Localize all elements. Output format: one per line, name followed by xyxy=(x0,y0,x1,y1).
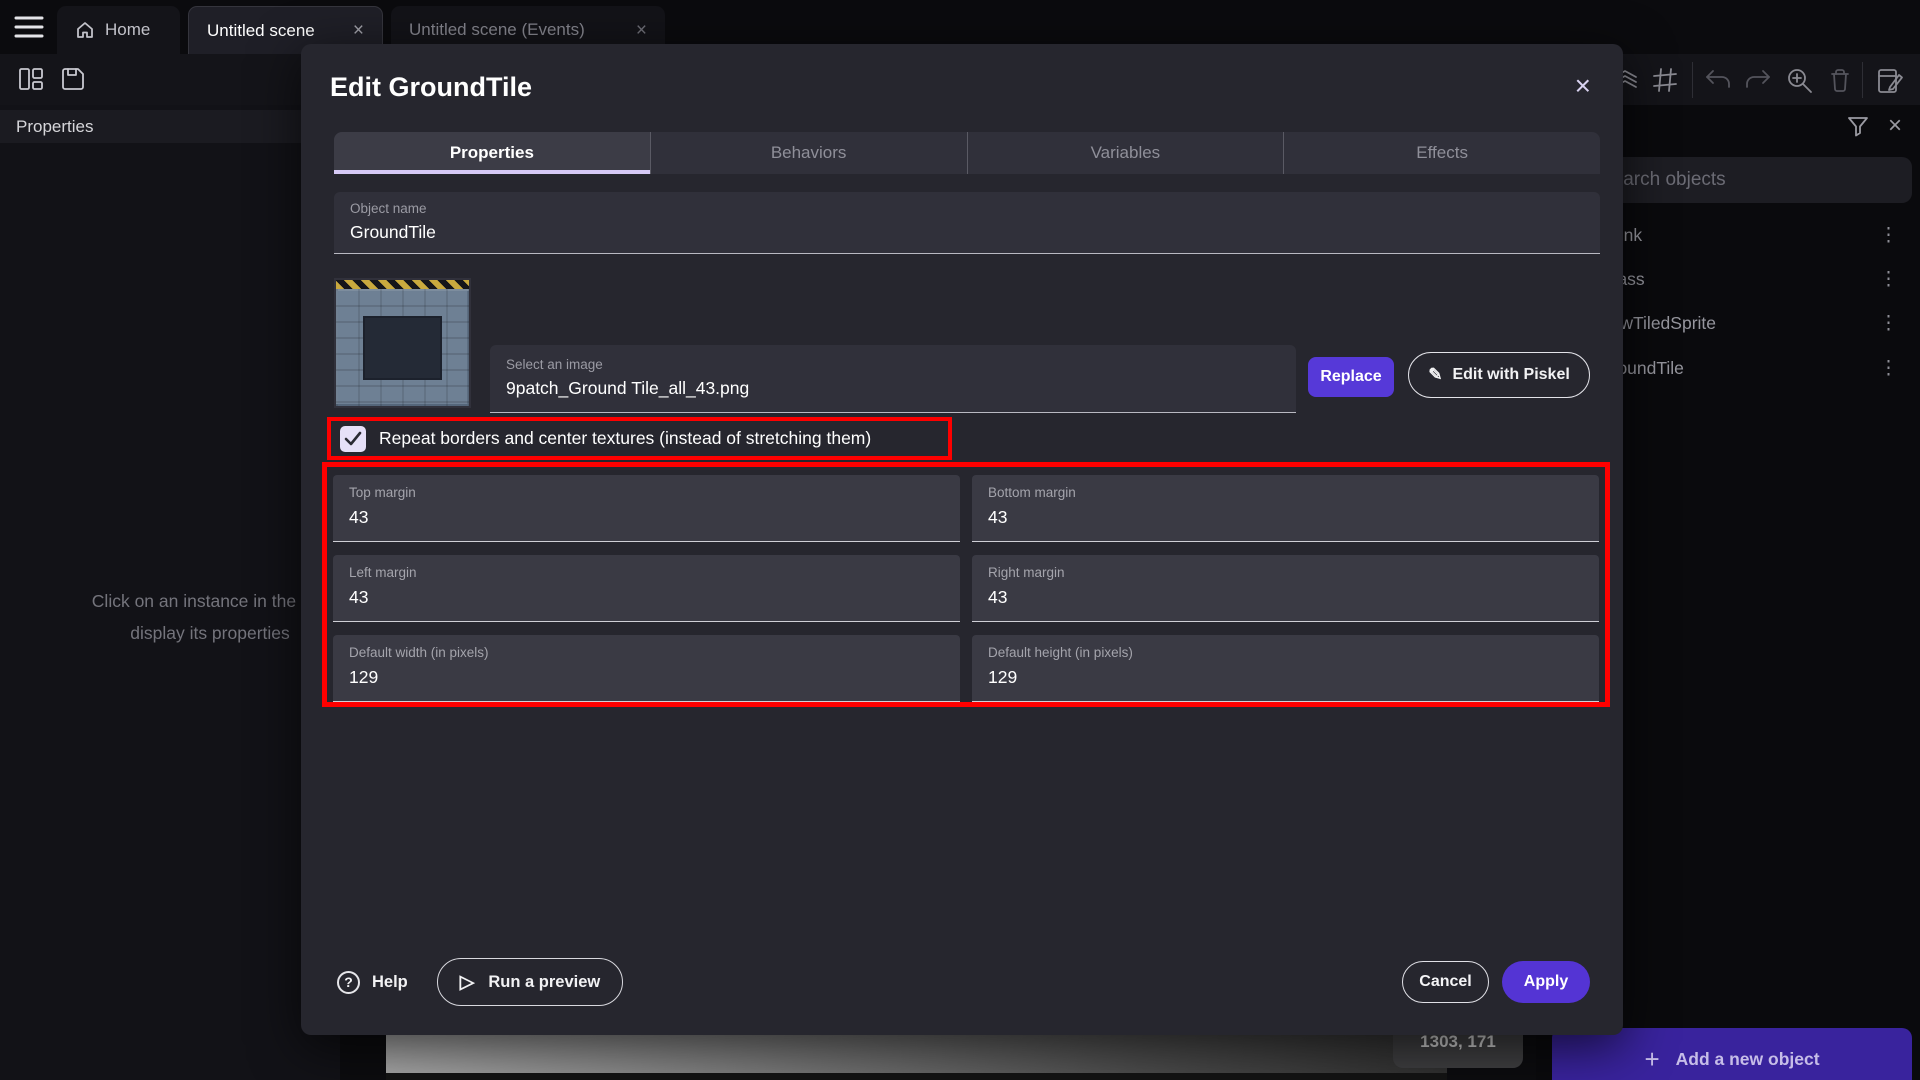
default-height-field[interactable]: Default height (in pixels) 129 xyxy=(972,635,1599,702)
save-icon[interactable] xyxy=(60,67,86,91)
tab-home[interactable]: Home xyxy=(57,6,180,54)
tab-home-label: Home xyxy=(105,20,150,40)
kebab-menu-icon[interactable]: ⋮ xyxy=(1879,224,1898,247)
properties-panel-title: Properties xyxy=(16,117,93,137)
select-image-label: Select an image xyxy=(506,357,1280,372)
repeat-borders-label: Repeat borders and center textures (inst… xyxy=(379,428,871,449)
help-icon: ? xyxy=(337,971,360,994)
grid-icon[interactable] xyxy=(1652,67,1678,93)
toolbar-divider xyxy=(1862,62,1863,98)
properties-panel: Properties Click on an instance in the s… xyxy=(0,105,340,1080)
highlight-box-checkbox: Repeat borders and center textures (inst… xyxy=(327,417,952,460)
left-margin-field[interactable]: Left margin 43 xyxy=(333,555,960,622)
right-margin-field[interactable]: Right margin 43 xyxy=(972,555,1599,622)
toolbar-divider xyxy=(1692,62,1693,98)
tab-scene-label: Untitled scene xyxy=(207,21,315,41)
tab-behaviors[interactable]: Behaviors xyxy=(650,132,967,174)
edit-object-dialog: Edit GroundTile × Properties Behaviors V… xyxy=(301,44,1623,1035)
trash-icon[interactable] xyxy=(1828,67,1852,93)
object-name-value: GroundTile xyxy=(350,222,1584,243)
plus-icon: + xyxy=(1644,1044,1659,1075)
menu-icon[interactable] xyxy=(14,14,44,40)
zoom-in-icon[interactable] xyxy=(1786,67,1814,95)
object-name-field[interactable]: Object name GroundTile xyxy=(334,192,1600,254)
redo-icon[interactable] xyxy=(1744,67,1772,93)
tab-events-label: Untitled scene (Events) xyxy=(409,20,585,40)
edit-with-piskel-button[interactable]: ✎ Edit with Piskel xyxy=(1408,352,1590,398)
bottom-margin-field[interactable]: Bottom margin 43 xyxy=(972,475,1599,542)
top-margin-field[interactable]: Top margin 43 xyxy=(333,475,960,542)
object-list-item-newtiledsprite[interactable]: NewTiledSprite ⋮ xyxy=(1584,303,1912,343)
edit-scene-properties-icon[interactable] xyxy=(1876,67,1904,95)
kebab-menu-icon[interactable]: ⋮ xyxy=(1879,312,1898,335)
margin-fields-grid: Top margin 43 Bottom margin 43 Left marg… xyxy=(333,475,1599,702)
tab-effects[interactable]: Effects xyxy=(1283,132,1600,174)
tile-center xyxy=(363,316,442,380)
dialog-title: Edit GroundTile xyxy=(330,72,532,103)
apply-button[interactable]: Apply xyxy=(1502,961,1590,1003)
object-list-item-groundtile[interactable]: GroundTile ⋮ xyxy=(1584,348,1912,388)
kebab-menu-icon[interactable]: ⋮ xyxy=(1879,268,1898,291)
dialog-close-icon[interactable]: × xyxy=(1575,72,1591,100)
kebab-menu-icon[interactable]: ⋮ xyxy=(1879,357,1898,380)
help-button[interactable]: ? Help xyxy=(337,964,408,1000)
scene-canvas[interactable] xyxy=(386,1035,1447,1080)
cancel-button[interactable]: Cancel xyxy=(1402,961,1489,1003)
properties-panel-header: Properties xyxy=(0,110,340,143)
select-image-field[interactable]: Select an image 9patch_Ground Tile_all_4… xyxy=(490,345,1296,413)
undo-icon[interactable] xyxy=(1704,67,1732,93)
object-list-item-trunk[interactable]: Trunk ⋮ xyxy=(1584,215,1912,255)
image-filename: 9patch_Ground Tile_all_43.png xyxy=(506,378,1280,399)
object-list-item-grass[interactable]: Grass ⋮ xyxy=(1584,259,1912,299)
gdevelop-window: Home Untitled scene × Untitled scene (Ev… xyxy=(0,0,1920,1080)
search-objects-input[interactable] xyxy=(1584,157,1912,203)
default-width-field[interactable]: Default width (in pixels) 129 xyxy=(333,635,960,702)
object-name-label: Object name xyxy=(350,201,1584,216)
pencil-icon: ✎ xyxy=(1428,365,1442,385)
tab-properties[interactable]: Properties xyxy=(334,132,650,174)
toggle-panels-icon[interactable] xyxy=(18,67,44,91)
run-preview-button[interactable]: ▷ Run a preview xyxy=(437,958,623,1006)
highlight-box-margins: Top margin 43 Bottom margin 43 Left marg… xyxy=(322,462,1610,707)
replace-button[interactable]: Replace xyxy=(1308,357,1394,397)
tab-events-close-icon[interactable]: × xyxy=(636,21,647,40)
add-new-object-button[interactable]: + Add a new object xyxy=(1552,1028,1912,1080)
home-icon xyxy=(75,20,95,40)
filter-icon[interactable] xyxy=(1845,114,1871,140)
dialog-tab-bar: Properties Behaviors Variables Effects xyxy=(334,132,1600,174)
tile-hazard-stripe xyxy=(336,280,469,289)
objects-panel-close-icon[interactable]: × xyxy=(1888,112,1902,140)
play-icon: ▷ xyxy=(460,971,475,994)
repeat-borders-checkbox[interactable] xyxy=(340,426,366,452)
tab-variables[interactable]: Variables xyxy=(967,132,1284,174)
object-thumbnail[interactable] xyxy=(334,278,471,408)
tab-scene-close-icon[interactable]: × xyxy=(353,21,364,40)
